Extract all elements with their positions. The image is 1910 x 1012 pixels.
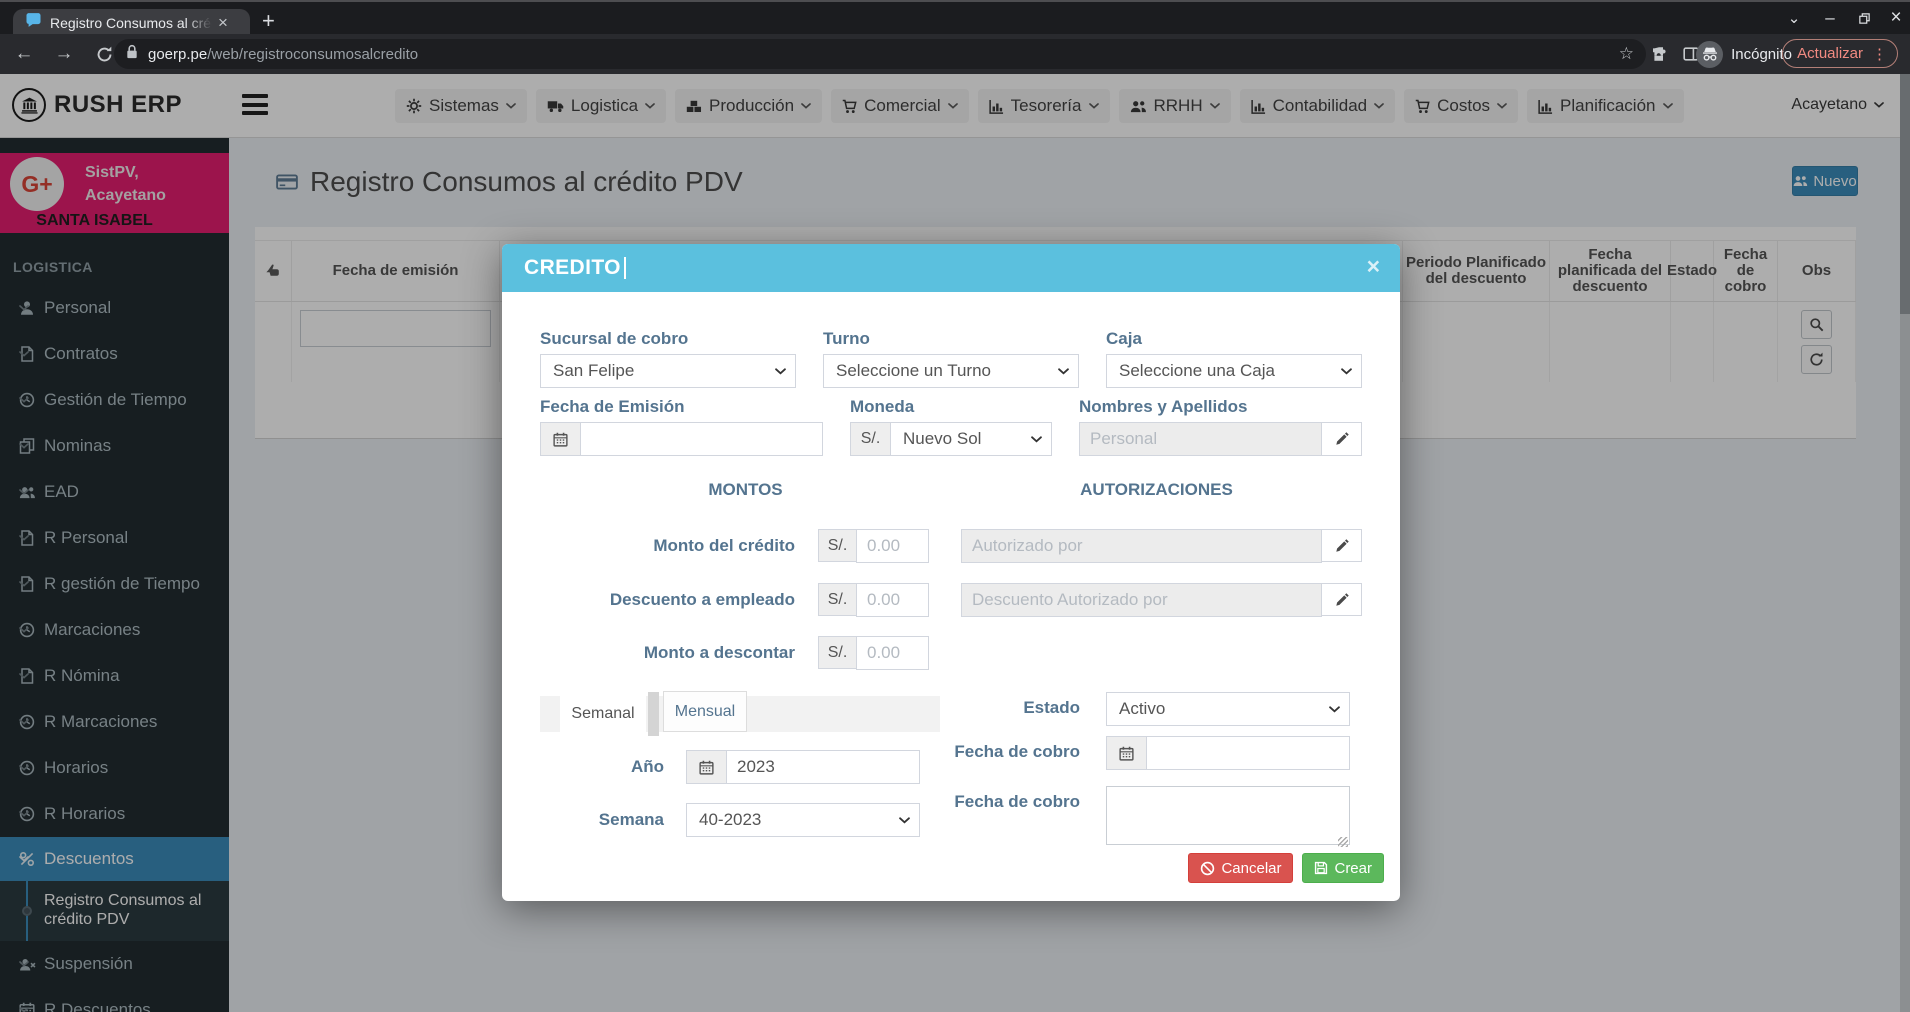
tab-title: Registro Consumos al crédito xyxy=(50,15,212,31)
modal-header: CREDITO × xyxy=(502,244,1400,292)
back-button[interactable]: ← xyxy=(8,38,40,70)
estado-label: Estado xyxy=(802,692,1080,718)
address-bar[interactable]: goerp.pe/web/registroconsumosalcredito ☆ xyxy=(114,39,1646,69)
create-button[interactable]: Crear xyxy=(1302,853,1384,883)
browser-tab[interactable]: Registro Consumos al crédito × xyxy=(13,9,250,36)
update-browser-button[interactable]: Actualizar ⋮ xyxy=(1782,39,1898,68)
modal-title: CREDITO xyxy=(524,256,621,280)
anio-label: Año xyxy=(540,757,664,777)
monto-credito-row: Monto del crédito S/. xyxy=(540,529,1362,562)
sucursal-label: Sucursal de cobro xyxy=(540,329,796,349)
window-chevron-button[interactable]: ⌄ xyxy=(1774,2,1814,34)
browser-toolbar: ← → goerp.pe/web/registroconsumosalcredi… xyxy=(0,34,1910,74)
autorizaciones-section-label: AUTORIZACIONES xyxy=(951,480,1362,500)
incognito-icon xyxy=(1696,41,1723,68)
currency-prefix: S/. xyxy=(818,636,856,669)
incognito-badge: Incógnito xyxy=(1696,38,1792,70)
calendar-icon xyxy=(540,422,580,456)
nombres-input[interactable] xyxy=(1079,422,1322,456)
pencil-icon xyxy=(1335,539,1349,553)
credito-modal: CREDITO × Sucursal de cobro San Felipe T… xyxy=(502,244,1400,901)
ban-icon xyxy=(1200,861,1215,876)
extensions-puzzle-icon[interactable] xyxy=(1646,39,1676,69)
modal-row-2: Fecha de Emisión Moneda S/. Nuevo Sol No… xyxy=(540,397,1362,456)
sucursal-select[interactable]: San Felipe xyxy=(540,354,796,388)
cancel-button[interactable]: Cancelar xyxy=(1188,853,1293,883)
tab-mensual[interactable]: Mensual xyxy=(663,691,747,732)
new-tab-button[interactable]: + xyxy=(262,8,275,34)
fecha-emision-label: Fecha de Emisión xyxy=(540,397,823,417)
lock-icon xyxy=(126,44,138,64)
text-caret xyxy=(624,257,626,279)
chat-favicon-icon xyxy=(25,12,42,34)
bookmark-star-icon[interactable]: ☆ xyxy=(1619,44,1634,64)
moneda-label: Moneda xyxy=(850,397,1052,417)
browser-tab-strip: Registro Consumos al crédito × + ⌄ – × xyxy=(0,0,1910,34)
nombres-label: Nombres y Apellidos xyxy=(1079,397,1362,417)
pencil-icon xyxy=(1335,593,1349,607)
caja-label: Caja xyxy=(1106,329,1362,349)
fecha-cobro2-label: Fecha de cobro xyxy=(802,786,1080,812)
autorizado-por-input[interactable] xyxy=(961,529,1322,563)
descuento-empleado-input[interactable] xyxy=(856,583,929,617)
forward-button[interactable]: → xyxy=(48,38,80,70)
browser-menu-dots-icon[interactable]: ⋮ xyxy=(1872,45,1887,63)
fecha-cobro-textarea[interactable] xyxy=(1106,786,1350,845)
modal-row-1: Sucursal de cobro San Felipe Turno Selec… xyxy=(540,329,1362,388)
semana-label: Semana xyxy=(540,810,664,830)
monto-descontar-label: Monto a descontar xyxy=(540,643,795,663)
currency-prefix: S/. xyxy=(850,422,890,456)
fecha-cobro-row: Fecha de cobro xyxy=(802,736,1350,770)
descuento-empleado-label: Descuento a empleado xyxy=(540,590,795,610)
estado-row: Estado Activo xyxy=(802,692,1350,726)
calendar-icon xyxy=(1106,736,1146,770)
currency-prefix: S/. xyxy=(818,583,856,616)
edit-autorizado-button[interactable] xyxy=(1322,529,1362,562)
estado-select[interactable]: Activo xyxy=(1106,692,1350,726)
monto-credito-label: Monto del crédito xyxy=(540,536,795,556)
modal-footer: Cancelar Crear xyxy=(1188,853,1384,883)
fecha-emision-input[interactable] xyxy=(580,422,823,456)
monto-credito-input[interactable] xyxy=(856,529,929,563)
tab-semanal[interactable]: Semanal xyxy=(560,696,646,732)
descuento-autorizado-input[interactable] xyxy=(961,583,1322,617)
tab-close-button[interactable]: × xyxy=(218,14,228,31)
montos-section-label: MONTOS xyxy=(540,480,951,500)
monto-descontar-row: Monto a descontar S/. xyxy=(540,636,1362,669)
moneda-select[interactable]: Nuevo Sol xyxy=(890,422,1052,456)
fecha-cobro-obs-row: Fecha de cobro xyxy=(802,786,1350,850)
fecha-cobro-input[interactable] xyxy=(1146,736,1350,770)
edit-descuento-autorizado-button[interactable] xyxy=(1322,583,1362,616)
turno-label: Turno xyxy=(823,329,1079,349)
modal-section-headers: MONTOS AUTORIZACIONES xyxy=(540,480,1362,500)
edit-personal-button[interactable] xyxy=(1322,422,1362,456)
turno-select[interactable]: Seleccione un Turno xyxy=(823,354,1079,388)
calendar-icon xyxy=(686,750,726,784)
descuento-empleado-row: Descuento a empleado S/. xyxy=(540,583,1362,616)
currency-prefix: S/. xyxy=(818,529,856,562)
monto-descontar-input[interactable] xyxy=(856,636,929,670)
fecha-cobro-label: Fecha de cobro xyxy=(802,736,1080,762)
window-close-button[interactable]: × xyxy=(1876,2,1910,34)
save-icon xyxy=(1314,861,1328,875)
resize-grip-icon[interactable] xyxy=(1338,837,1348,847)
pencil-icon xyxy=(1335,432,1349,446)
tab-divider xyxy=(648,692,659,736)
url-text: goerp.pe/web/registroconsumosalcredito xyxy=(148,46,1619,63)
caja-select[interactable]: Seleccione una Caja xyxy=(1106,354,1362,388)
modal-close-button[interactable]: × xyxy=(1367,255,1380,278)
